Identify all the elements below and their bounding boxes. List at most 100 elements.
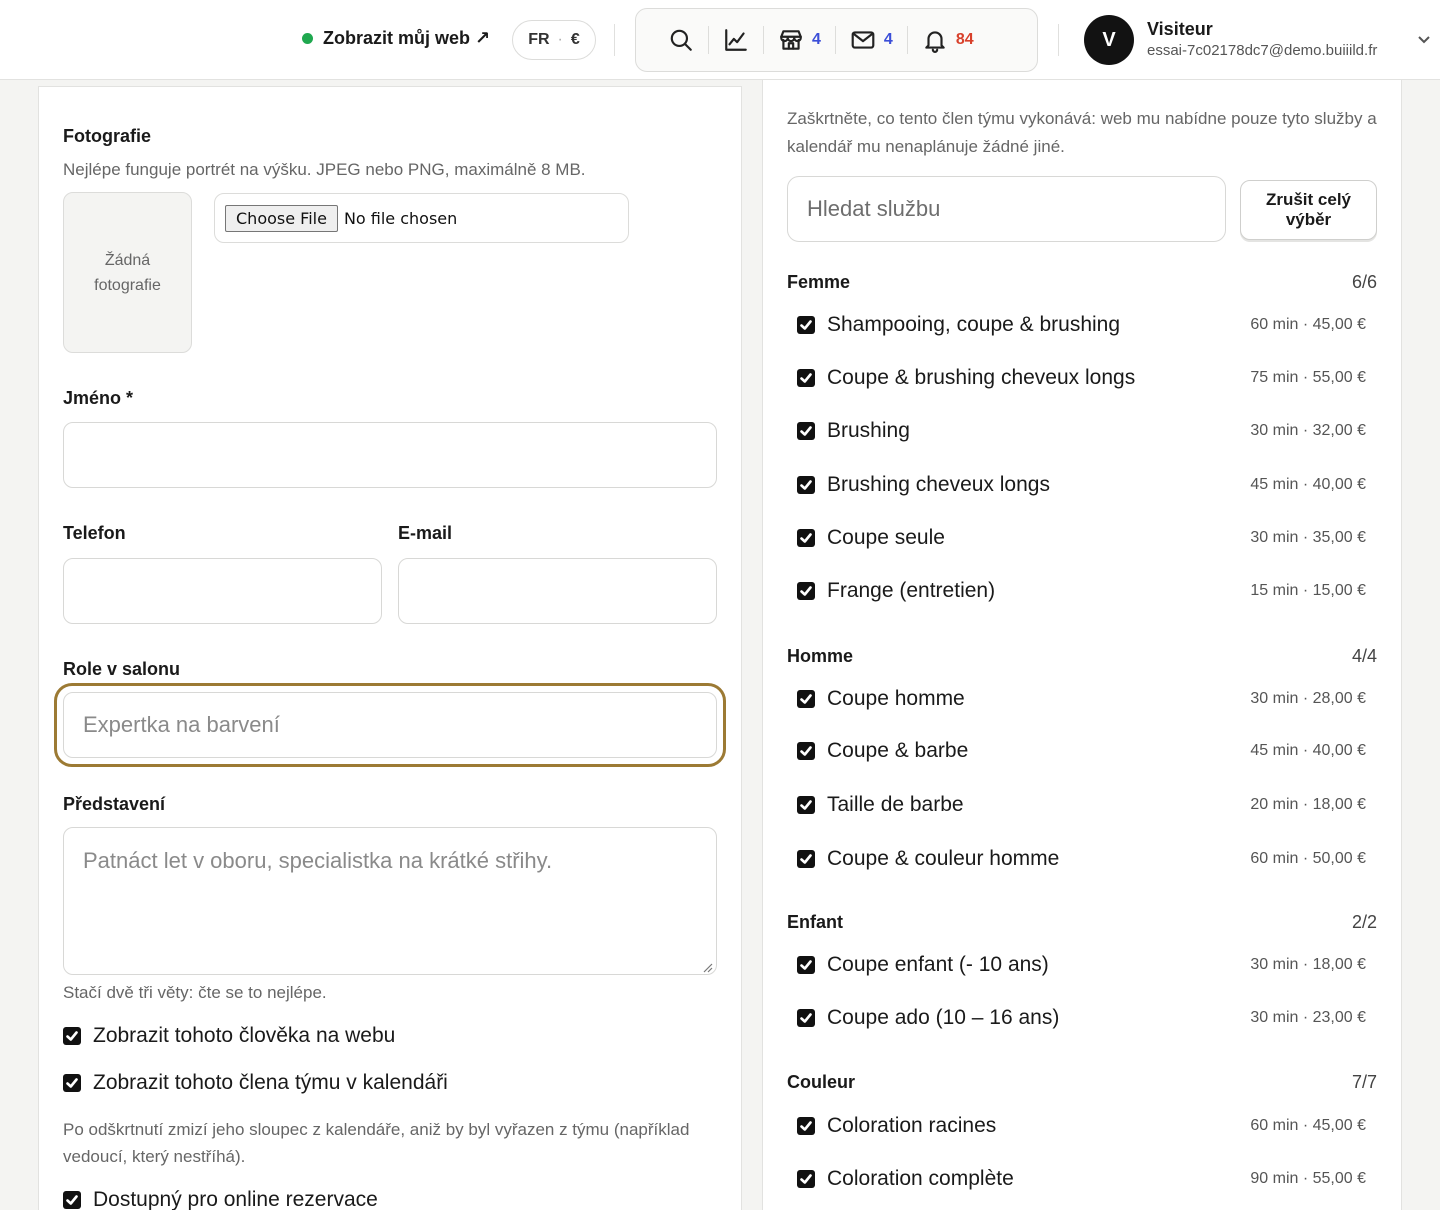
phone-input[interactable] [63,558,382,624]
email-input[interactable] [398,558,717,624]
service-meta: 90 min · 55,00 € [1250,1170,1366,1187]
service-item[interactable]: Coupe & brushing cheveux longs 75 min · 5… [797,363,1366,393]
service-item[interactable]: Coupe seule 30 min · 35,00 € [797,523,1366,553]
service-name: Coupe enfant (- 10 ans) [827,953,1049,976]
checkbox-checked[interactable] [797,582,815,600]
currency-symbol: € [570,31,580,48]
service-meta: 20 min · 18,00 € [1250,796,1366,813]
resize-handle[interactable] [703,960,713,973]
search-button[interactable] [654,24,708,56]
checkbox-checked[interactable] [63,1191,81,1209]
check-icon [66,1031,78,1041]
show-in-calendar-checkbox[interactable]: Zobrazit tohoto člena týmu v kalendáři [63,1071,448,1095]
check-icon [800,1013,812,1023]
check-icon [800,586,812,596]
checkbox-checked[interactable] [797,529,815,547]
photo-placeholder-text: Žádná fotografie [94,251,161,294]
check-icon [800,1174,812,1184]
service-item[interactable]: Shampooing, coupe & brushing 60 min · 45,… [797,310,1366,340]
mail-count: 4 [883,31,893,48]
service-item[interactable]: Brushing cheveux longs 45 min · 40,00 € [797,470,1366,500]
checkbox-checked[interactable] [797,422,815,440]
service-meta: 30 min · 32,00 € [1250,422,1366,439]
check-icon [800,694,812,704]
show-on-web-checkbox[interactable]: Zobrazit tohoto člověka na webu [63,1024,395,1048]
checkbox-checked[interactable] [797,796,815,814]
checkbox-checked[interactable] [797,850,815,868]
separator-dot: · [557,31,563,48]
service-meta: 15 min · 15,00 € [1250,582,1366,599]
check-icon [800,800,812,810]
name-input[interactable] [63,422,717,488]
services-panel [762,80,1402,1210]
bell-icon [925,31,945,53]
role-input[interactable] [63,692,717,758]
category-count: 4/4 [1351,646,1377,666]
service-meta: 30 min · 18,00 € [1250,956,1366,973]
category-name: Femme [787,272,851,292]
service-name: Coupe homme [827,687,965,710]
service-item[interactable]: Frange (entretien) 15 min · 15,00 € [797,576,1366,606]
chart-line-icon [725,29,747,51]
service-name: Brushing [827,419,910,442]
view-site-link[interactable]: Zobrazit můj web ↗ [302,28,490,49]
service-search-input[interactable] [787,176,1226,242]
checkbox-checked[interactable] [63,1074,81,1092]
service-item[interactable]: Coupe & barbe 45 min · 40,00 € [797,736,1366,766]
category-header: Homme 4/4 [787,646,1377,667]
choose-file-button[interactable]: Choose File [225,204,338,232]
service-name: Shampooing, coupe & brushing [827,313,1121,336]
category-header: Femme 6/6 [787,272,1377,293]
service-name: Coupe & barbe [827,739,969,762]
category-count: 2/2 [1351,912,1377,932]
clear-selection-button[interactable]: Zrušit celý výběr [1240,180,1377,240]
service-meta: 30 min · 23,00 € [1250,1009,1366,1026]
shop-button[interactable]: 4 [764,24,835,56]
service-meta: 60 min · 50,00 € [1250,850,1366,867]
checkbox-checked[interactable] [797,690,815,708]
user-email: essai-7c02178dc7@demo.buiiild.fr [1147,42,1378,59]
checkbox-checked[interactable] [797,742,815,760]
checkbox-checked[interactable] [797,956,815,974]
notifications-button[interactable]: 84 [908,24,988,56]
service-meta: 60 min · 45,00 € [1250,316,1366,333]
service-meta: 30 min · 35,00 € [1250,529,1366,546]
avatar[interactable]: V [1084,15,1134,65]
service-name: Taille de barbe [827,793,964,816]
user-menu-toggle[interactable] [1416,31,1432,47]
intro-label: Představení [63,794,166,814]
check-icon [66,1195,78,1205]
name-label: Jméno * [63,388,134,408]
role-label: Role v salonu [63,659,181,679]
check-icon [800,426,812,436]
checkbox-checked[interactable] [797,1117,815,1135]
service-item[interactable]: Coloration complète 90 min · 55,00 € [797,1164,1366,1194]
stats-button[interactable] [709,24,763,56]
service-item[interactable]: Taille de barbe 20 min · 18,00 € [797,790,1366,820]
checkbox-checked[interactable] [797,1170,815,1188]
service-name: Coupe & brushing cheveux longs [827,366,1136,389]
photo-file-input[interactable]: Choose File No file chosen [214,193,629,243]
category-name: Couleur [787,1072,856,1092]
service-item[interactable]: Coloration racines 60 min · 45,00 € [797,1111,1366,1141]
category-name: Homme [787,646,854,666]
language-currency-switch[interactable]: FR · € [512,20,596,60]
messages-button[interactable]: 4 [836,24,907,56]
store-icon [780,30,802,50]
checkbox-checked[interactable] [797,369,815,387]
checkbox-checked[interactable] [797,1009,815,1027]
service-name: Brushing cheveux longs [827,473,1050,496]
service-item[interactable]: Coupe enfant (- 10 ans) 30 min · 18,00 € [797,950,1366,980]
service-item[interactable]: Brushing 30 min · 32,00 € [797,416,1366,446]
service-item[interactable]: Coupe homme 30 min · 28,00 € [797,684,1366,714]
service-item[interactable]: Coupe ado (10 – 16 ans) 30 min · 23,00 € [797,1003,1366,1033]
email-label: E-mail [398,523,453,543]
intro-textarea[interactable] [63,827,717,975]
check-icon [800,960,812,970]
online-booking-checkbox[interactable]: Dostupný pro online rezervace [63,1188,378,1210]
checkbox-checked[interactable] [797,316,815,334]
service-item[interactable]: Coupe & couleur homme 60 min · 50,00 € [797,844,1366,874]
photo-help: Nejlépe funguje portrét na výšku. JPEG n… [63,160,586,179]
checkbox-checked[interactable] [63,1027,81,1045]
checkbox-checked[interactable] [797,476,815,494]
